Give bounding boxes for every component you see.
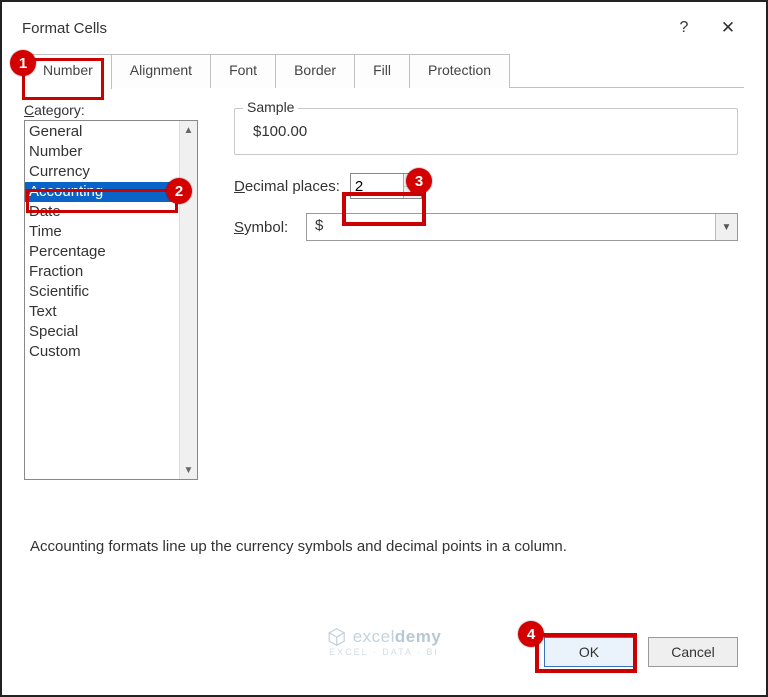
cancel-button[interactable]: Cancel (648, 637, 738, 667)
chevron-down-icon[interactable]: ▼ (715, 214, 737, 240)
list-item-text[interactable]: Text (25, 302, 179, 322)
annotation-callout-1: 1 (10, 50, 36, 76)
list-item-general[interactable]: General (25, 122, 179, 142)
scroll-up-icon[interactable]: ▲ (180, 121, 197, 139)
tab-number[interactable]: Number (24, 54, 112, 89)
tab-strip: Number Alignment Font Border Fill Protec… (24, 54, 744, 88)
sample-legend: Sample (243, 99, 298, 115)
sample-value: $100.00 (247, 119, 725, 142)
close-button[interactable]: ✕ (706, 8, 750, 48)
screenshot-frame: Format Cells ? ✕ Number Alignment Font B… (0, 0, 768, 697)
list-item-currency[interactable]: Currency (25, 162, 179, 182)
list-item-date[interactable]: Date (25, 202, 179, 222)
tab-label: Protection (428, 62, 491, 78)
tab-label: Alignment (130, 62, 192, 78)
category-label: Category: (24, 102, 214, 118)
decimal-places-input[interactable] (351, 174, 403, 198)
list-item-time[interactable]: Time (25, 222, 179, 242)
annotation-callout-3: 3 (406, 168, 432, 194)
symbol-selected-value: $ (307, 214, 715, 240)
tab-alignment[interactable]: Alignment (111, 54, 211, 88)
dialog-title: Format Cells (22, 20, 662, 37)
settings-panel: Sample $100.00 Decimal places: ▲ ▼ (234, 102, 744, 480)
list-item-percentage[interactable]: Percentage (25, 242, 179, 262)
tab-body: Category: General Number Currency Accoun… (24, 88, 744, 480)
brand-cube-icon (327, 627, 347, 647)
titlebar: Format Cells ? ✕ (8, 8, 760, 48)
tab-label: Font (229, 62, 257, 78)
tab-protection[interactable]: Protection (409, 54, 510, 88)
ok-button[interactable]: OK (544, 637, 634, 667)
symbol-label: Symbol: (234, 219, 296, 236)
list-item-accounting[interactable]: Accounting (25, 182, 179, 202)
list-item-number[interactable]: Number (25, 142, 179, 162)
list-item-special[interactable]: Special (25, 322, 179, 342)
list-item-custom[interactable]: Custom (25, 342, 179, 362)
list-item-scientific[interactable]: Scientific (25, 282, 179, 302)
format-description: Accounting formats line up the currency … (30, 538, 738, 555)
tab-fill[interactable]: Fill (354, 54, 410, 88)
format-cells-dialog: Format Cells ? ✕ Number Alignment Font B… (8, 8, 760, 689)
annotation-callout-2: 2 (166, 178, 192, 204)
tab-border[interactable]: Border (275, 54, 355, 88)
symbol-row: Symbol: $ ▼ (234, 213, 738, 241)
cancel-button-label: Cancel (671, 644, 715, 660)
symbol-select[interactable]: $ ▼ (306, 213, 738, 241)
category-panel: Category: General Number Currency Accoun… (24, 102, 214, 480)
category-listbox[interactable]: General Number Currency Accounting Date … (24, 120, 198, 480)
watermark: exceldemy EXCEL · DATA · BI (327, 627, 442, 657)
scroll-down-icon[interactable]: ▼ (180, 461, 197, 479)
ok-button-label: OK (579, 644, 599, 660)
tab-label: Number (43, 62, 93, 78)
tab-font[interactable]: Font (210, 54, 276, 88)
watermark-brand: exceldemy (327, 627, 442, 647)
help-button[interactable]: ? (662, 8, 706, 48)
sample-group: Sample $100.00 (234, 108, 738, 155)
watermark-sub: EXCEL · DATA · BI (329, 647, 439, 657)
list-item-fraction[interactable]: Fraction (25, 262, 179, 282)
decimal-places-row: Decimal places: ▲ ▼ (234, 173, 738, 199)
listbox-scrollbar[interactable]: ▲ ▼ (179, 121, 197, 479)
dialog-content: Number Alignment Font Border Fill Protec… (8, 48, 760, 480)
decimal-places-label: Decimal places: (234, 178, 340, 195)
dialog-button-bar: OK Cancel (544, 637, 738, 667)
tab-label: Border (294, 62, 336, 78)
category-list-inner: General Number Currency Accounting Date … (25, 121, 179, 479)
annotation-callout-4: 4 (518, 621, 544, 647)
tab-label: Fill (373, 62, 391, 78)
